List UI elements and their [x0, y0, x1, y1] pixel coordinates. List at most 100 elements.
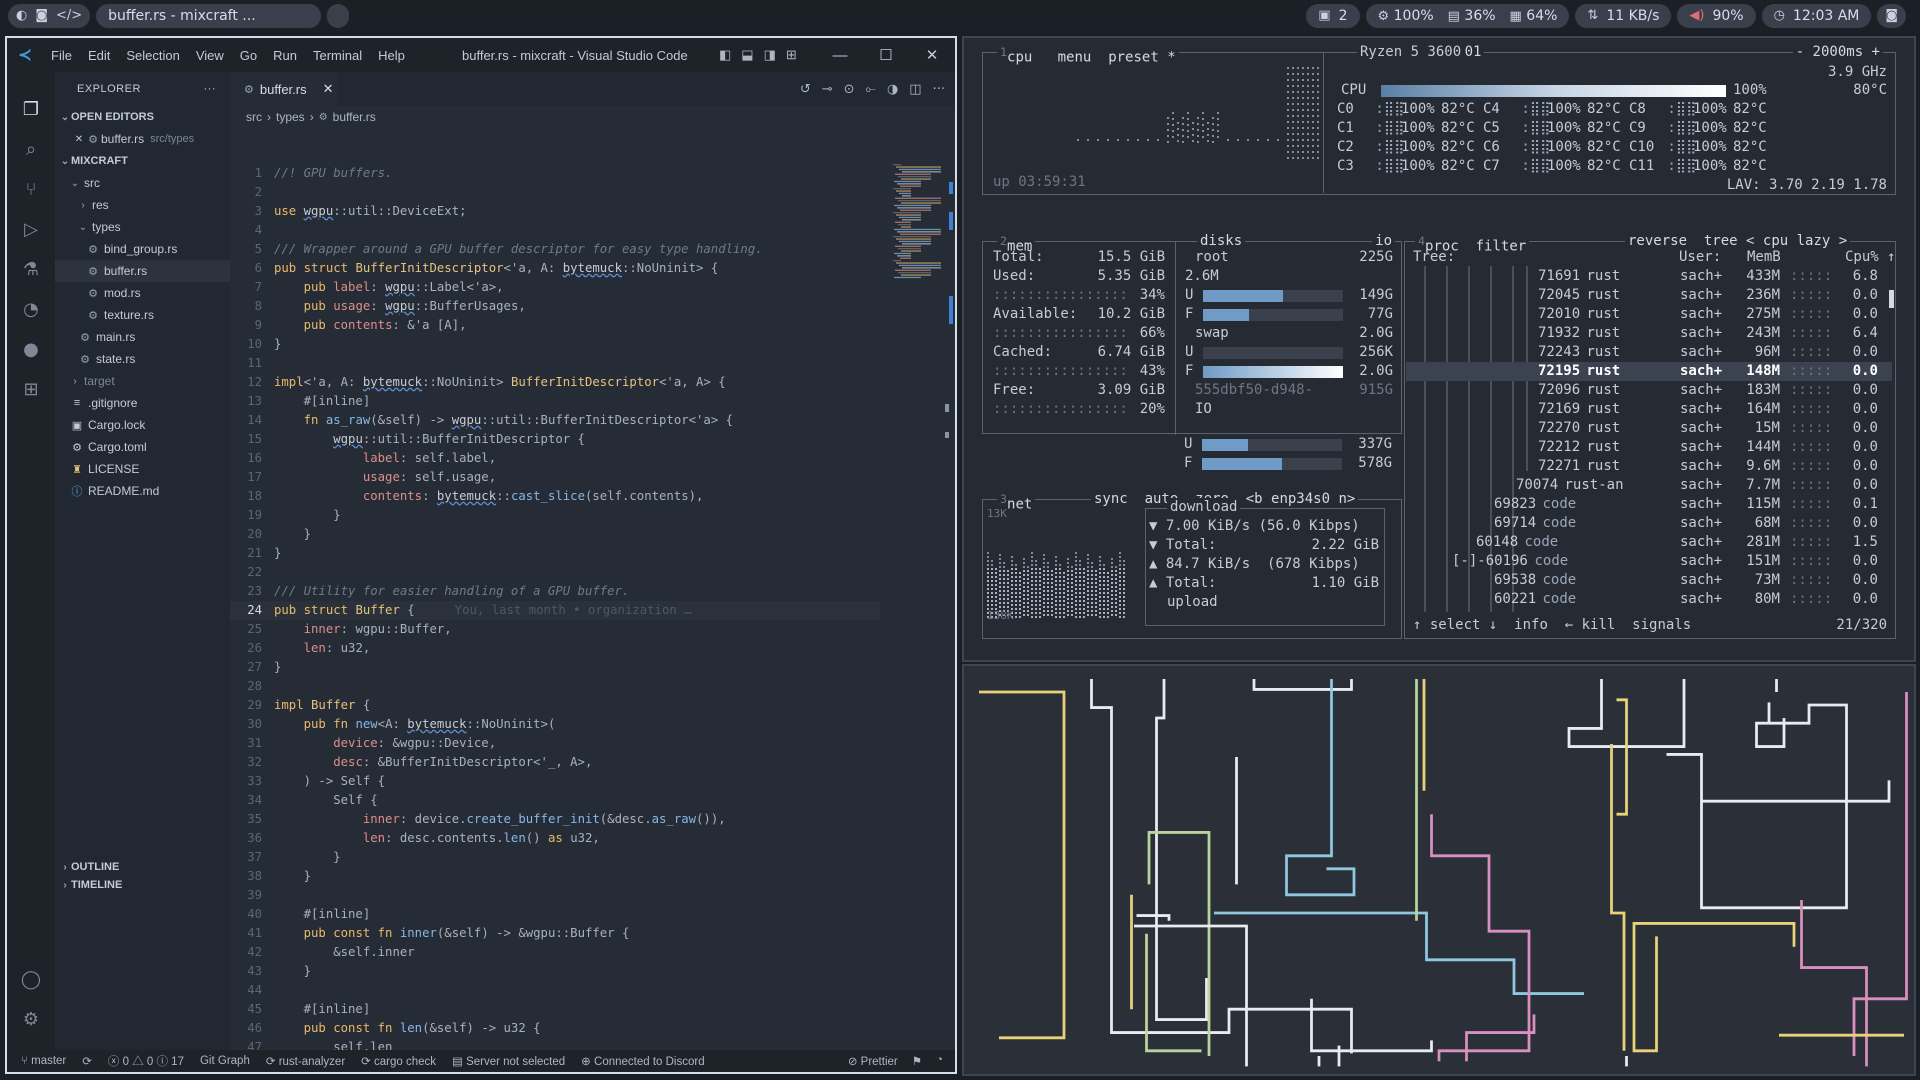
problems-indicator[interactable]: ⓧ 0 △ 0 ⓘ 17 — [108, 1053, 184, 1069]
net-interface[interactable]: <b enp34s0 n> — [1246, 491, 1356, 507]
toggle-panel-icon[interactable]: ⬓ — [741, 47, 753, 63]
menu-selection[interactable]: Selection — [118, 48, 187, 63]
close-icon[interactable]: ✕ — [909, 46, 955, 64]
code-editor[interactable]: 1 //! GPU buffers. 2 3 use wgpu::util::Devic… — [230, 164, 880, 1072]
proc-row[interactable]: 60148 code sach+ 281M::::: 1.5 — [1406, 533, 1892, 552]
testing-icon[interactable]: ⚗ — [19, 258, 43, 282]
tree-item[interactable]: ≡ .gitignore — [55, 392, 230, 414]
sync-icon[interactable]: ⟳ — [82, 1054, 92, 1068]
extensions-icon[interactable]: ⊞ — [19, 378, 43, 402]
proc-row[interactable]: 72195 rust sach+ 148M::::: 0.0 — [1406, 362, 1892, 381]
proc-row[interactable]: 72243 rust sach+ 96M::::: 0.0 — [1406, 343, 1892, 362]
proc-signals[interactable]: signals — [1632, 617, 1691, 633]
tree-item[interactable]: ⌄ types — [55, 216, 230, 238]
menu-file[interactable]: File — [43, 48, 80, 63]
proc-row[interactable]: 71691 rust sach+ 433M::::: 6.8 — [1406, 267, 1892, 286]
history-icon[interactable]: ↺ — [800, 82, 811, 97]
minimize-icon[interactable]: — — [817, 47, 863, 64]
proc-row[interactable]: 69714 code sach+ 68M::::: 0.0 — [1406, 514, 1892, 533]
tab-buffer-rs[interactable]: ⚙ buffer.rs ✕ — [230, 72, 337, 106]
github-icon[interactable]: ● — [19, 338, 43, 362]
account-icon[interactable]: ◯ — [19, 968, 43, 992]
network-indicator[interactable]: ⇅ 11 KB/s — [1575, 3, 1672, 28]
tree-item[interactable]: ▣ Cargo.lock — [55, 414, 230, 436]
empty-workspace-dot[interactable] — [327, 3, 350, 28]
menu-help[interactable]: Help — [370, 48, 413, 63]
search-icon[interactable]: ⌕ — [19, 138, 43, 162]
scrollbar[interactable] — [945, 164, 953, 1064]
next-change-icon[interactable]: ⟜ — [866, 82, 876, 97]
notifications-icon[interactable]: ◔ — [936, 1054, 943, 1068]
outline-section[interactable]: › OUTLINE — [55, 858, 230, 876]
btop-interval[interactable]: - 2000ms + — [1792, 43, 1883, 61]
menu-go[interactable]: Go — [232, 48, 265, 63]
server-status[interactable]: ▤ Server not selected — [452, 1054, 565, 1068]
toggle-secondary-sidebar-icon[interactable]: ◨ — [764, 47, 776, 63]
proc-row[interactable]: 70074 rust-an sach+ 7.7M::::: 0.0 — [1406, 476, 1892, 495]
tree-item[interactable]: › target — [55, 370, 230, 392]
proc-row[interactable]: 72096 rust sach+ 183M::::: 0.0 — [1406, 381, 1892, 400]
tree-item[interactable]: ⚙ Cargo.toml — [55, 436, 230, 458]
proc-select[interactable]: ↑ select ↓ — [1413, 617, 1497, 633]
proc-row[interactable]: 72271 rust sach+ 9.6M::::: 0.0 — [1406, 457, 1892, 476]
discord-status[interactable]: ⊕ Connected to Discord — [581, 1054, 704, 1068]
breadcrumb-item[interactable]: buffer.rs — [333, 110, 376, 124]
proc-scrollbar[interactable] — [1889, 290, 1894, 308]
app-menu-icon[interactable]: ◐ — [16, 8, 27, 23]
tree-item[interactable]: ⌄ src — [55, 172, 230, 194]
tree-item[interactable]: ⚙ bind_group.rs — [55, 238, 230, 260]
more-actions-icon[interactable]: ··· — [933, 82, 945, 97]
git-graph-icon[interactable]: ◔ — [19, 298, 43, 322]
proc-row[interactable]: 69823 code sach+ 115M::::: 0.1 — [1406, 495, 1892, 514]
proc-row[interactable]: 72169 rust sach+ 164M::::: 0.0 — [1406, 400, 1892, 419]
close-tab-icon[interactable]: ✕ — [323, 81, 334, 97]
tree-item[interactable]: ⚙ state.rs — [55, 348, 230, 370]
branch-indicator[interactable]: ⑂ master — [21, 1055, 66, 1067]
split-editor-icon[interactable]: ◫ — [909, 82, 921, 97]
tree-item[interactable]: ⚙ buffer.rs — [55, 260, 230, 282]
code-icon[interactable]: </> — [56, 8, 82, 23]
tree-item[interactable]: ⚙ mod.rs — [55, 282, 230, 304]
net-sync[interactable]: sync — [1094, 491, 1128, 507]
tray-discord[interactable]: ◙ — [1877, 3, 1906, 28]
proc-row[interactable]: 71932 rust sach+ 243M::::: 6.4 — [1406, 324, 1892, 343]
tree-item[interactable]: ⚙ main.rs — [55, 326, 230, 348]
project-section[interactable]: ⌄ MIXCRAFT — [55, 150, 230, 172]
toggle-sidebar-icon[interactable]: ◧ — [719, 47, 731, 63]
proc-row[interactable]: [-]-60196 code sach+ 151M::::: 0.0 — [1406, 552, 1892, 571]
breadcrumb-item[interactable]: src — [246, 110, 262, 124]
proc-row[interactable]: 72212 rust sach+ 144M::::: 0.0 — [1406, 438, 1892, 457]
close-editor-icon[interactable]: ✕ — [73, 134, 85, 145]
proc-row[interactable]: 72045 rust sach+ 236M::::: 0.0 — [1406, 286, 1892, 305]
breadcrumb-item[interactable]: types — [276, 110, 305, 124]
proc-row[interactable]: 72010 rust sach+ 275M::::: 0.0 — [1406, 305, 1892, 324]
timeline-section[interactable]: › TIMELINE — [55, 876, 230, 894]
manage-gear-icon[interactable]: ⚙ — [19, 1008, 43, 1032]
discord-icon[interactable]: ◙ — [35, 8, 48, 23]
proc-row[interactable]: 69538 code sach+ 73M::::: 0.0 — [1406, 571, 1892, 590]
volume-indicator[interactable]: ◀) 90% — [1677, 3, 1756, 28]
tree-item[interactable]: ⚙ texture.rs — [55, 304, 230, 326]
rust-analyzer-status[interactable]: ⟳ rust-analyzer — [266, 1054, 345, 1068]
proc-filter[interactable]: filter — [1476, 239, 1527, 255]
proc-row[interactable]: 60221 code sach+ 80M::::: 0.0 — [1406, 590, 1892, 609]
cargo-status[interactable]: ⟳ cargo check — [361, 1054, 436, 1068]
proc-row[interactable]: 72270 rust sach+ 15M::::: 0.0 — [1406, 419, 1892, 438]
previous-change-icon[interactable]: ⊸ — [822, 82, 833, 97]
proc-info[interactable]: info — [1514, 617, 1548, 633]
feedback-icon[interactable]: ⚑ — [912, 1054, 922, 1068]
tree-item[interactable]: › res — [55, 194, 230, 216]
menu-terminal[interactable]: Terminal — [305, 48, 370, 63]
prettier-status[interactable]: ⊘ Prettier — [848, 1054, 898, 1068]
open-editor-item[interactable]: ✕ ⚙ buffer.rs src/types — [55, 128, 230, 150]
maximize-icon[interactable]: ☐ — [863, 46, 909, 64]
proc-sort[interactable]: < cpu lazy > — [1746, 233, 1847, 249]
commit-icon[interactable]: ⊙ — [844, 82, 855, 97]
clock[interactable]: ◷ 12:03 AM — [1761, 3, 1872, 28]
menu-run[interactable]: Run — [265, 48, 305, 63]
source-control-icon[interactable]: ⑂ — [19, 178, 43, 202]
menu-view[interactable]: View — [188, 48, 232, 63]
proc-reverse[interactable]: reverse — [1628, 233, 1687, 249]
minimap[interactable] — [889, 164, 949, 284]
git-graph-status[interactable]: Git Graph — [200, 1055, 250, 1067]
